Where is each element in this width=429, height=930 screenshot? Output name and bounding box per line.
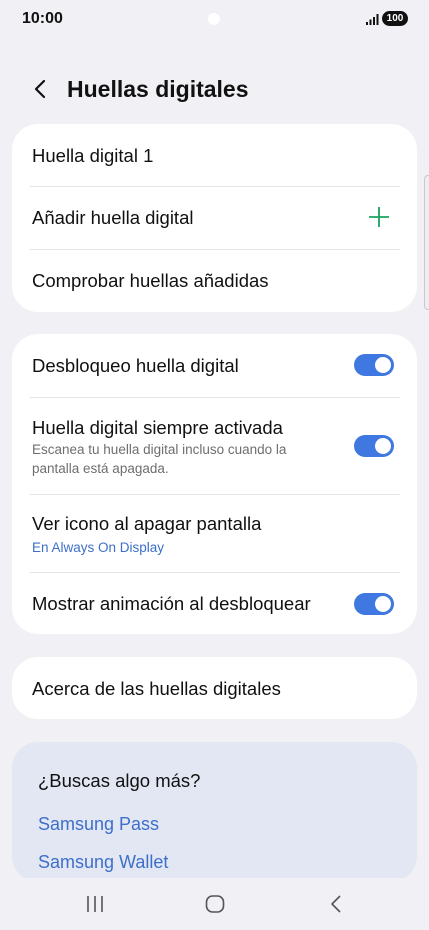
status-time: 10:00 <box>22 10 63 27</box>
row-sublabel: Escanea tu huella digital incluso cuando… <box>32 442 287 476</box>
row-label: Huella digital siempre activada <box>32 417 283 438</box>
chevron-left-icon <box>34 79 46 99</box>
row-label: Añadir huella digital <box>32 207 194 228</box>
suggestions-title: ¿Buscas algo más? <box>38 770 201 791</box>
row-label: Huella digital 1 <box>32 145 154 166</box>
back-icon[interactable] <box>325 892 347 921</box>
row-label: Desbloqueo huella digital <box>32 355 239 376</box>
list-item-unlock-animation[interactable]: Mostrar animación al desbloquear <box>12 573 417 634</box>
battery-badge: 100 <box>382 11 408 26</box>
settings-card: Desbloqueo huella digital Huella digital… <box>12 334 417 634</box>
toggle-knob <box>375 596 391 612</box>
samsung-pass-link[interactable]: Samsung Pass <box>38 814 159 835</box>
row-label: Ver icono al apagar pantalla <box>32 513 262 534</box>
list-item-check-fingerprints[interactable]: Comprobar huellas añadidas <box>12 250 417 312</box>
camera-cutout <box>208 13 220 25</box>
row-label: Comprobar huellas añadidas <box>32 270 269 291</box>
edge-panel-handle[interactable] <box>424 175 429 310</box>
back-button[interactable] <box>26 74 56 104</box>
toggle-knob <box>375 438 391 454</box>
navigation-bar <box>0 878 429 930</box>
toggle-knob <box>375 357 391 373</box>
always-on-fingerprint-toggle[interactable] <box>354 435 394 457</box>
plus-icon[interactable] <box>368 206 390 228</box>
suggestions-card: ¿Buscas algo más? Samsung Pass Samsung W… <box>12 742 417 882</box>
list-item-show-icon-screen-off[interactable]: Ver icono al apagar pantalla En Always O… <box>12 495 417 572</box>
about-fingerprints-label: Acerca de las huellas digitales <box>32 678 281 699</box>
signal-bars-icon <box>366 13 380 31</box>
list-item-fingerprint-unlock[interactable]: Desbloqueo huella digital <box>12 334 417 397</box>
recents-icon[interactable] <box>84 892 106 921</box>
fingerprints-card: Huella digital 1 Añadir huella digital C… <box>12 124 417 312</box>
row-label: Mostrar animación al desbloquear <box>32 593 311 614</box>
home-icon[interactable] <box>204 892 226 921</box>
list-item-always-on-fingerprint[interactable]: Huella digital siempre activada Escanea … <box>12 398 417 494</box>
list-item-add-fingerprint[interactable]: Añadir huella digital <box>12 187 417 249</box>
page-title: Huellas digitales <box>67 76 249 102</box>
unlock-animation-toggle[interactable] <box>354 593 394 615</box>
fingerprint-unlock-toggle[interactable] <box>354 354 394 376</box>
row-sublabel: En Always On Display <box>32 540 165 555</box>
status-bar: 10:00 100 <box>0 0 429 40</box>
about-card[interactable]: Acerca de las huellas digitales <box>12 657 417 719</box>
list-item-fingerprint-1[interactable]: Huella digital 1 <box>12 124 417 186</box>
header: Huellas digitales <box>0 68 429 112</box>
samsung-wallet-link[interactable]: Samsung Wallet <box>38 852 168 873</box>
